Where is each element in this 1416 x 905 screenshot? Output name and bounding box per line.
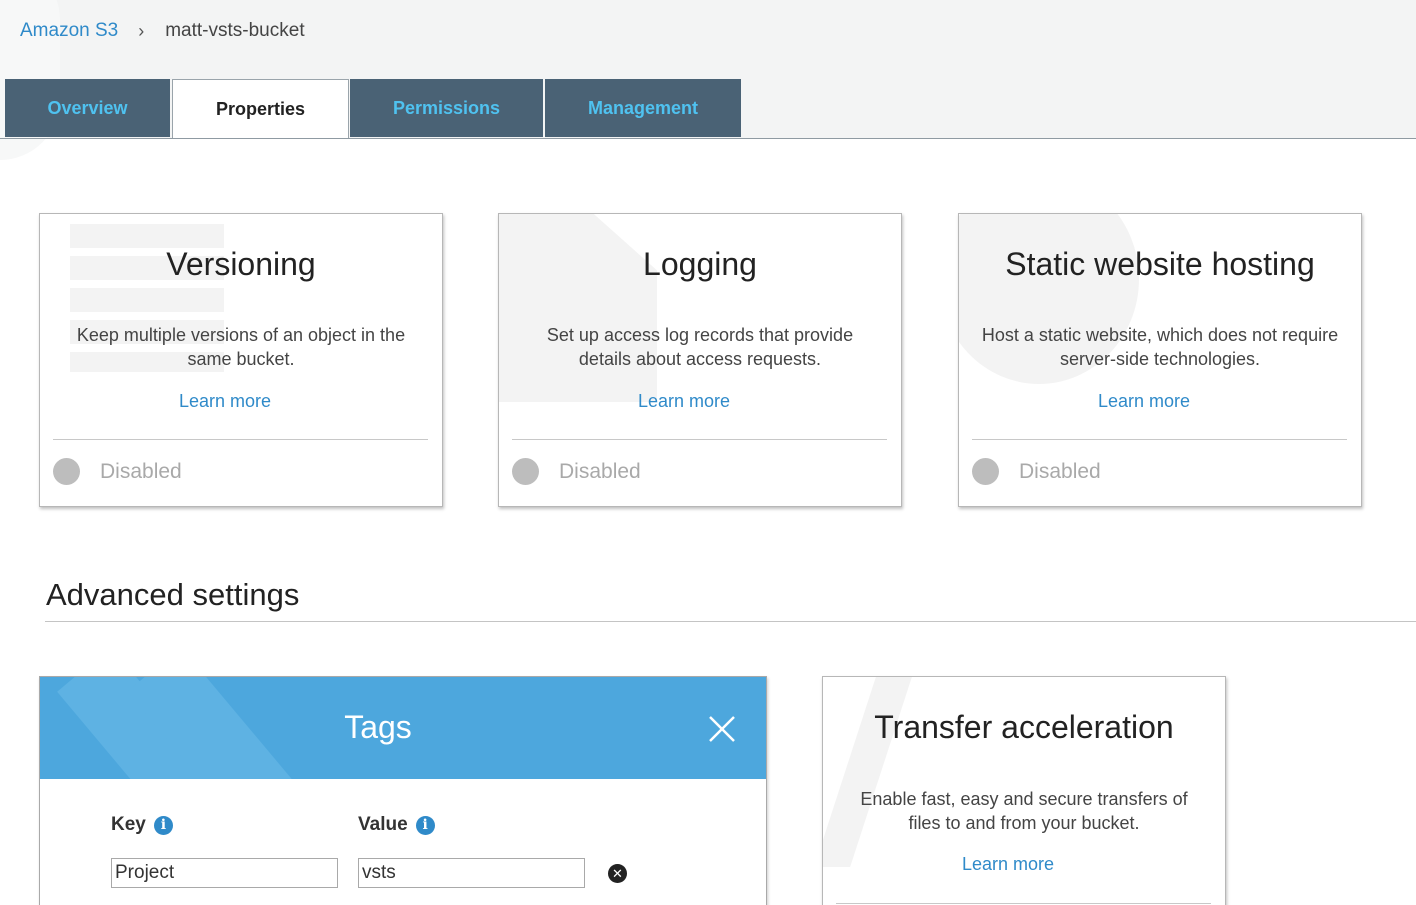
static-website-hosting-description: Host a static website, which does not re…	[981, 325, 1339, 369]
tag-value-label-text: Value	[358, 814, 408, 835]
tab-permissions[interactable]: Permissions	[350, 79, 543, 137]
card-divider	[512, 439, 887, 440]
tab-management[interactable]: Management	[545, 79, 741, 137]
card-divider	[972, 439, 1347, 440]
static-website-hosting-learn-more-link[interactable]: Learn more	[959, 391, 1345, 412]
breadcrumb-amazon-s3-link[interactable]: Amazon S3	[20, 20, 118, 42]
static-website-hosting-status[interactable]: Disabled	[972, 458, 1101, 485]
logging-card[interactable]: Logging Set up access log records that p…	[498, 213, 902, 507]
tab-properties[interactable]: Properties	[172, 79, 349, 139]
transfer-acceleration-description: Enable fast, easy and secure transfers o…	[860, 789, 1188, 833]
tag-key-input[interactable]	[111, 858, 338, 888]
tag-value-label: Value i	[358, 814, 435, 836]
logging-status-label: Disabled	[559, 459, 641, 483]
close-icon[interactable]	[706, 713, 738, 745]
status-dot-icon	[53, 458, 80, 485]
versioning-card[interactable]: Versioning Keep multiple versions of an …	[39, 213, 443, 507]
breadcrumb-separator-icon: ›	[138, 20, 145, 41]
tag-value-input[interactable]	[358, 858, 585, 888]
status-dot-icon	[972, 458, 999, 485]
versioning-status[interactable]: Disabled	[53, 458, 182, 485]
tab-overview[interactable]: Overview	[5, 79, 170, 137]
status-dot-icon	[512, 458, 539, 485]
tags-header: Tags	[40, 677, 766, 779]
tab-underline	[0, 138, 1416, 139]
logging-title: Logging	[643, 246, 757, 282]
remove-tag-icon[interactable]: ✕	[608, 864, 627, 883]
versioning-status-label: Disabled	[100, 459, 182, 483]
advanced-settings-divider	[45, 621, 1416, 622]
transfer-acceleration-title: Transfer acceleration	[874, 709, 1174, 745]
versioning-learn-more-link[interactable]: Learn more	[40, 391, 426, 412]
transfer-acceleration-card[interactable]: Transfer acceleration Enable fast, easy …	[822, 676, 1226, 905]
versioning-title: Versioning	[166, 246, 316, 282]
static-website-hosting-card[interactable]: Static website hosting Host a static web…	[958, 213, 1362, 507]
breadcrumb: Amazon S3 › matt-vsts-bucket	[20, 20, 305, 42]
info-icon[interactable]: i	[153, 815, 173, 835]
advanced-settings-heading: Advanced settings	[46, 577, 300, 612]
static-website-hosting-status-label: Disabled	[1019, 459, 1101, 483]
tag-key-label-text: Key	[111, 814, 146, 835]
tags-panel: Tags Key i Value i ✕	[39, 676, 767, 905]
card-divider	[53, 439, 428, 440]
transfer-acceleration-learn-more-link[interactable]: Learn more	[823, 854, 1209, 875]
versioning-description: Keep multiple versions of an object in t…	[76, 325, 406, 369]
breadcrumb-current-bucket: matt-vsts-bucket	[165, 20, 305, 41]
logging-description: Set up access log records that provide d…	[546, 325, 854, 369]
logging-learn-more-link[interactable]: Learn more	[499, 391, 885, 412]
card-divider	[836, 903, 1211, 904]
static-website-hosting-title: Static website hosting	[1005, 246, 1315, 282]
logging-status[interactable]: Disabled	[512, 458, 641, 485]
tags-title: Tags	[344, 709, 412, 745]
tag-key-label: Key i	[111, 814, 173, 836]
info-icon[interactable]: i	[415, 815, 435, 835]
